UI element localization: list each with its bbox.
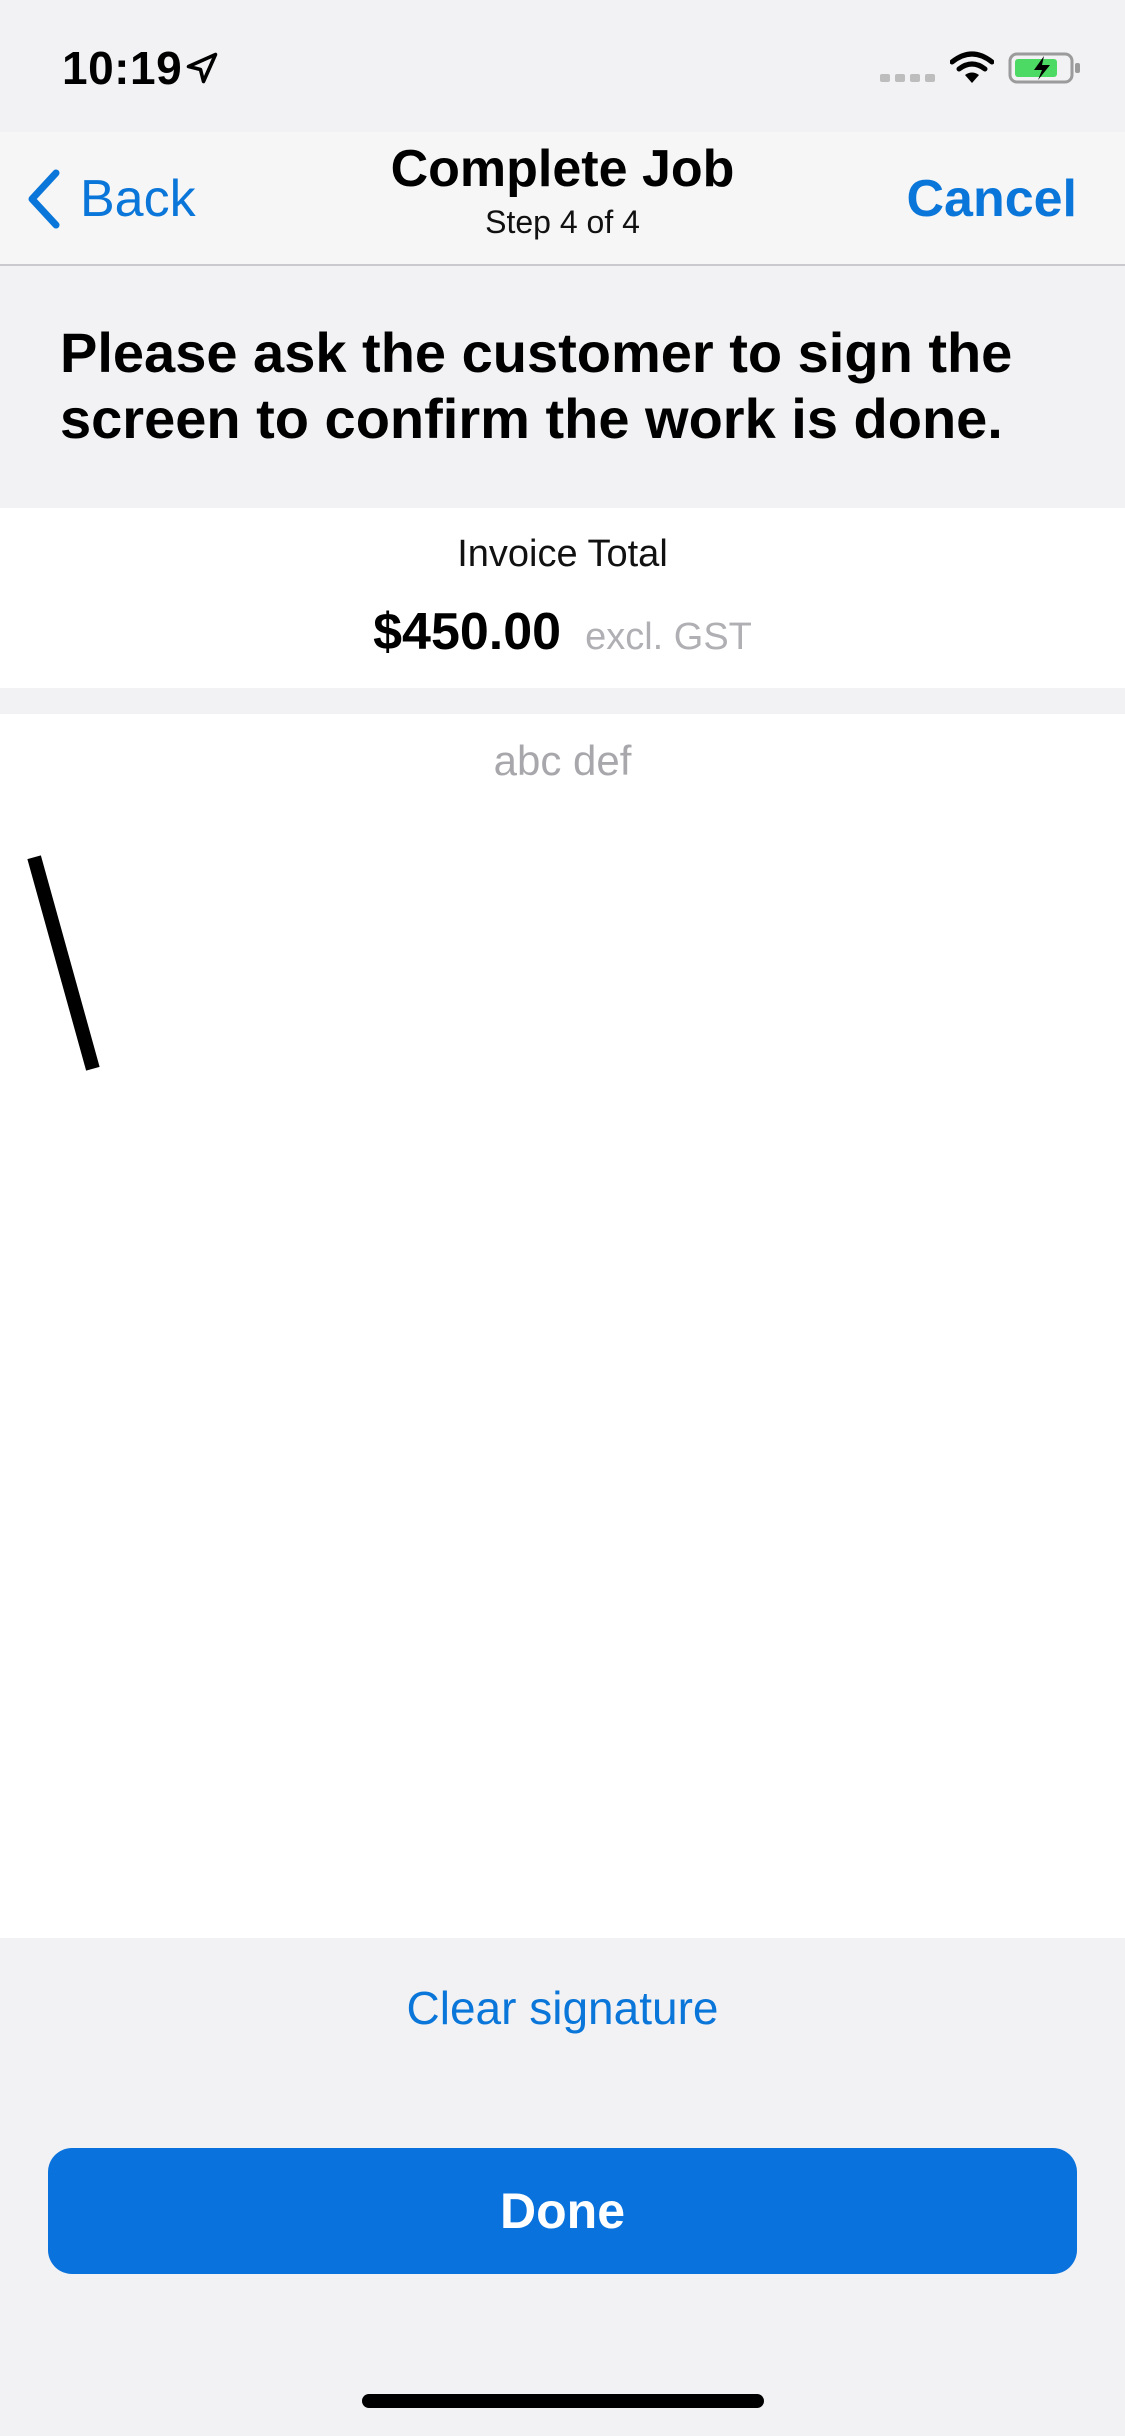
done-button[interactable]: Done (48, 2148, 1077, 2274)
home-indicator (362, 2394, 764, 2408)
wifi-icon (950, 51, 994, 83)
invoice-total-label: Invoice Total (457, 533, 668, 575)
invoice-amount: $450.00 (373, 603, 562, 661)
status-time: 10:19 (62, 42, 183, 94)
tax-note: excl. GST (585, 616, 752, 658)
clear-signature-button[interactable]: Clear signature (0, 1978, 1125, 2038)
location-arrow-icon (186, 52, 218, 84)
battery-charging-icon (1008, 52, 1080, 84)
cancel-button[interactable]: Cancel (906, 164, 1077, 234)
cellular-signal-icon (880, 74, 935, 82)
signature-stroke (27, 855, 100, 1071)
invoice-amount-row: $450.00 excl. GST (0, 602, 1125, 662)
instruction-text: Please ask the customer to sign the scre… (60, 321, 1013, 450)
